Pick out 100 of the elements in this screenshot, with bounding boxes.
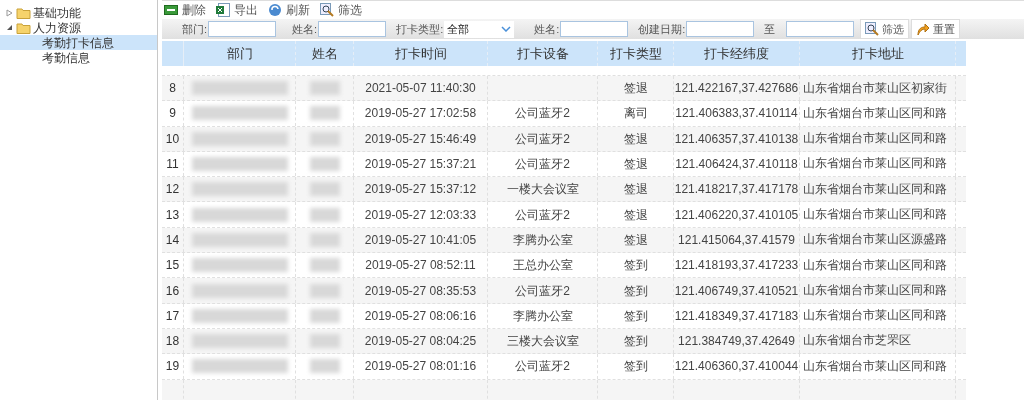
column-header[interactable]: 打卡经纬度: [674, 41, 800, 66]
input-field[interactable]: [560, 21, 629, 37]
input-field[interactable]: [786, 21, 855, 37]
redacted-block: [309, 283, 340, 298]
table-cell-text: 2019-05-27 15:46:49: [364, 130, 477, 148]
column-header[interactable]: 打卡地址: [800, 41, 956, 66]
expand-triangle-icon[interactable]: [6, 8, 14, 17]
row-number: 17: [165, 307, 180, 325]
table-cell-text: 公司蓝牙2: [515, 130, 570, 148]
table-cell-text: 121.406360,37.410044: [674, 358, 799, 376]
toolbar-button[interactable]: 筛选: [320, 1, 362, 19]
row-number: 19: [165, 358, 180, 376]
table-cell-text: 121.422167,37.427686: [674, 80, 799, 98]
row-number: 11: [166, 156, 179, 174]
table-cell-text: 签退: [623, 130, 648, 148]
redacted-block: [309, 334, 340, 349]
table-cell-text: 三楼大会议室: [506, 333, 579, 351]
table-cell-text: 121.418217,37.417178: [674, 181, 799, 199]
row-number: 13: [165, 206, 180, 224]
redacted-block: [309, 232, 340, 247]
table-cell-text: 121.406220,37.410105: [674, 206, 799, 224]
chevron-down-icon: [501, 26, 512, 32]
table-cell-text: 2019-05-27 08:06:16: [364, 307, 477, 325]
input-field[interactable]: [208, 21, 277, 37]
spreadsheet-icon: [216, 3, 230, 17]
row-number: 18: [165, 333, 180, 351]
row-number: 8: [169, 80, 176, 98]
table-cell-text: 121.406749,37.410521: [674, 282, 799, 300]
table-cell-text: 121.406383,37.410114: [675, 105, 798, 123]
toolbar-button[interactable]: 导出: [216, 1, 258, 19]
table-cell-text: 山东省烟台市莱山区同和路: [803, 282, 947, 298]
table-cell-text: 公司蓝牙2: [515, 282, 570, 300]
row-number: 14: [165, 231, 180, 249]
search-icon: [320, 3, 334, 17]
table-cell-text: 山东省烟台市莱山区同和路: [803, 105, 947, 121]
table-cell-text: 2019-05-27 15:37:21: [364, 156, 477, 174]
filter-bar-button[interactable]: 筛选: [860, 19, 910, 39]
table-cell-text: 121.406357,37.410138: [674, 130, 799, 148]
toolbar-button[interactable]: 刷新: [268, 1, 310, 19]
column-header[interactable]: 打卡类型: [598, 41, 674, 66]
table-cell-text: 121.415064,37.41579: [678, 231, 795, 249]
table-cell-text: 山东省烟台市莱山区同和路: [803, 131, 947, 147]
table-cell-text: 2019-05-27 12:03:33: [364, 206, 477, 224]
column-header[interactable]: 打卡时间: [354, 41, 488, 66]
redacted-block: [309, 182, 340, 197]
refresh-icon: [268, 3, 282, 17]
table-cell-text: 签到: [623, 358, 648, 376]
table-cell-text: 山东省烟台市莱山区源盛路: [803, 232, 947, 248]
table-cell-text: 121.418193,37.417233: [674, 257, 799, 275]
table-cell-text: 签退: [623, 231, 648, 249]
table-cell-text: 李腾办公室: [512, 231, 573, 249]
input-field[interactable]: [686, 21, 755, 37]
table-cell-text: 山东省烟台市莱山区同和路: [803, 156, 947, 172]
field-label: 打卡类型:: [396, 21, 444, 37]
table-cell-text: 签退: [623, 80, 648, 98]
row-number: 10: [165, 130, 180, 148]
field-label: 姓名:: [534, 21, 560, 37]
field-label: 部门:: [182, 21, 208, 37]
redacted-block: [309, 359, 340, 374]
minus-icon: [164, 4, 178, 16]
row-number: 12: [165, 181, 180, 199]
filter-bar-button[interactable]: 重置: [911, 19, 961, 39]
toolbar-button[interactable]: 删除: [164, 1, 206, 19]
column-header[interactable]: 打卡设备: [488, 41, 598, 66]
column-header[interactable]: 部门: [184, 41, 296, 66]
column-header[interactable]: 姓名: [296, 41, 354, 66]
table-cell-text: 签退: [623, 206, 648, 224]
redacted-block: [309, 106, 340, 121]
collapse-triangle-icon[interactable]: [6, 24, 14, 31]
table-cell-text: 山东省烟台市莱山区同和路: [803, 207, 947, 222]
table-cell-text: 公司蓝牙2: [515, 206, 570, 224]
tree-item[interactable]: 考勤打卡信息: [0, 35, 157, 50]
field-label: 姓名:: [292, 21, 318, 37]
table-cell-text: 山东省烟台市莱山区同和路: [803, 257, 947, 273]
search-icon: [865, 22, 880, 36]
table-cell-text: 签到: [623, 333, 648, 351]
table-cell-text: 121.418349,37.417183: [674, 307, 799, 325]
table-cell-text: 签退: [623, 156, 648, 174]
row-number: 15: [165, 257, 180, 275]
table-cell-text: 2019-05-27 08:04:25: [364, 333, 477, 351]
table-cell-text: 121.384749,37.42649: [678, 333, 795, 351]
table-cell-text: 离司: [623, 105, 648, 123]
table-cell-text: 2019-05-27 08:52:11: [365, 257, 476, 275]
table-cell-text: 山东省烟台市莱山区同和路: [803, 358, 947, 374]
field-label: 创建日期:: [638, 21, 686, 37]
redacted-block: [309, 131, 340, 146]
row-number: 9: [169, 105, 176, 123]
redacted-block: [309, 308, 340, 323]
table-cell-text: 签退: [623, 181, 648, 199]
redacted-block: [309, 207, 340, 222]
table-cell-text: 公司蓝牙2: [515, 105, 570, 123]
tree-item[interactable]: 考勤信息: [0, 50, 157, 65]
input-field[interactable]: [318, 21, 387, 37]
table-cell-text: 一楼大会议室: [506, 181, 579, 199]
curved-arrow-icon: [916, 22, 931, 36]
table-cell-text: 2021-05-07 11:40:30: [365, 80, 476, 98]
row-number: 16: [165, 282, 180, 300]
type-dropdown[interactable]: 全部: [444, 20, 515, 38]
table-cell-text: 2019-05-27 08:35:53: [364, 282, 477, 300]
table-cell-text: 公司蓝牙2: [515, 156, 570, 174]
